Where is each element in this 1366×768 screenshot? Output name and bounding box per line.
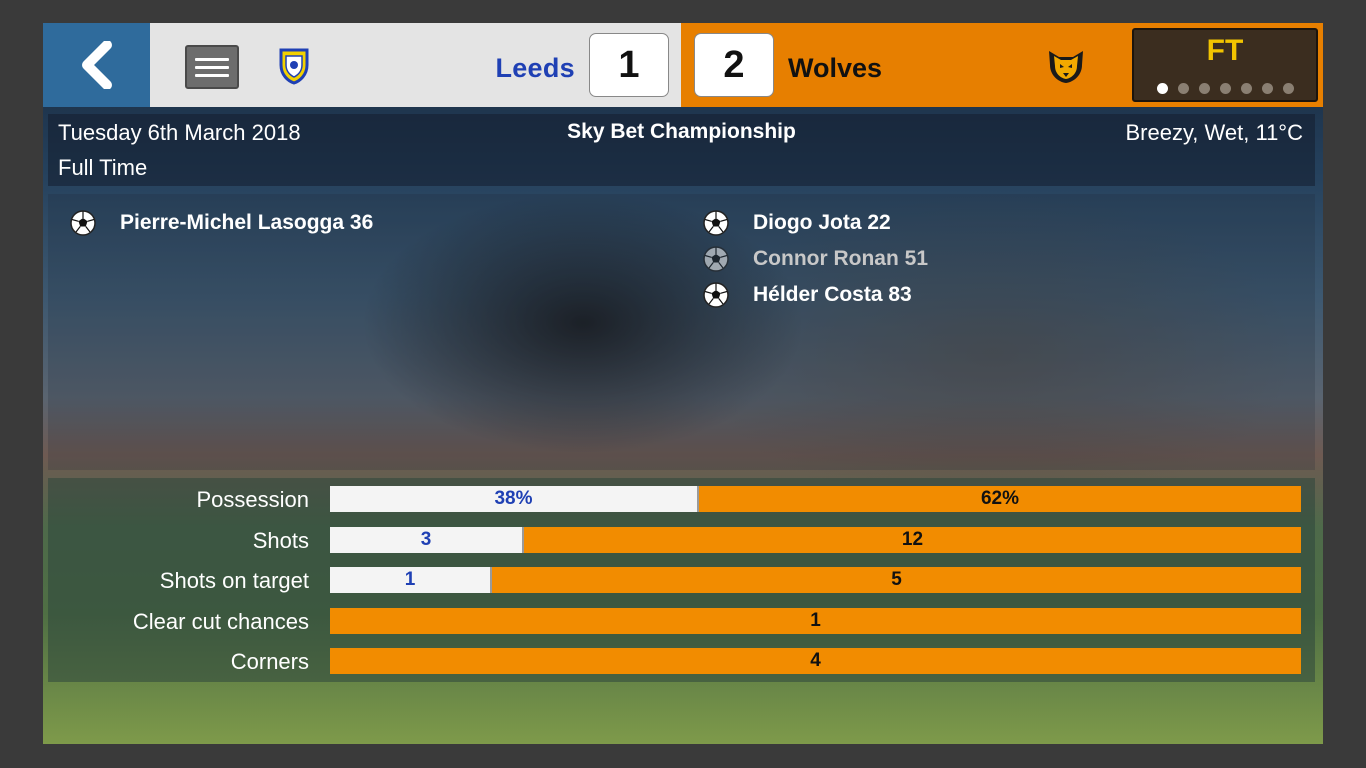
football-icon [703, 210, 729, 236]
leeds-crest-icon [279, 48, 309, 85]
away-score: 2 [694, 33, 774, 97]
away-team-panel: 2 Wolves FT [681, 23, 1323, 107]
stat-bar: 1 5 [330, 567, 1301, 593]
stat-bar: 4 [330, 648, 1301, 674]
stat-bar-away: 5 [492, 567, 1301, 593]
stat-bar-away: 1 [330, 608, 1301, 634]
home-score: 1 [589, 33, 669, 97]
stat-bar: 38% 62% [330, 486, 1301, 512]
hamburger-menu-icon [195, 57, 229, 61]
football-icon [703, 282, 729, 308]
away-goal-item: Diogo Jota 22 [703, 208, 891, 238]
stat-bar-away: 62% [699, 486, 1301, 512]
stat-bar-away: 12 [524, 527, 1301, 553]
stat-row-possession: Possession 38% 62% [48, 486, 1315, 512]
wolves-crest-icon [1049, 51, 1083, 83]
stat-bar-home: 3 [330, 527, 524, 553]
page-dot[interactable] [1156, 83, 1168, 94]
page-dot[interactable] [1240, 83, 1252, 94]
stat-row-clear-cut-chances: Clear cut chances 1 [48, 608, 1315, 634]
home-team-name[interactable]: Leeds [495, 53, 575, 84]
menu-button[interactable] [185, 45, 239, 89]
goal-scorer-name: Diogo Jota 22 [753, 211, 891, 234]
page-dot[interactable] [1282, 83, 1294, 94]
page-indicator[interactable] [1134, 83, 1316, 94]
stat-row-shots: Shots 3 12 [48, 527, 1315, 553]
stat-label: Clear cut chances [132, 609, 309, 634]
stat-bar: 3 12 [330, 527, 1301, 553]
football-icon [70, 210, 96, 236]
page-dot[interactable] [1198, 83, 1210, 94]
match-stats-panel: Possession 38% 62% Shots 3 12 Shots on t… [48, 478, 1315, 682]
match-header: Leeds 1 2 Wolves FT [43, 23, 1323, 107]
stat-label: Shots [252, 528, 309, 553]
football-icon [703, 246, 729, 272]
stat-row-shots-on-target: Shots on target 1 5 [48, 567, 1315, 593]
stat-bar-home: 38% [330, 486, 699, 512]
back-button[interactable] [43, 23, 150, 107]
stat-bar-home: 1 [330, 567, 492, 593]
match-status-text: Full Time [58, 155, 148, 180]
status-badge: FT [1206, 34, 1244, 67]
stat-label: Corners [230, 649, 309, 674]
goal-scorer-name: Pierre-Michel Lasogga 36 [120, 211, 374, 234]
away-team-name[interactable]: Wolves [788, 53, 882, 84]
match-info-bar: Tuesday 6th March 2018 Full Time Sky Bet… [48, 114, 1315, 186]
page-dot[interactable] [1177, 83, 1189, 94]
away-goal-item: Hélder Costa 83 [703, 280, 912, 310]
goal-scorer-name: Connor Ronan 51 [753, 247, 929, 270]
stat-label: Shots on target [159, 568, 309, 593]
stat-bar-away: 4 [330, 648, 1301, 674]
match-screen: Leeds 1 2 Wolves FT Tuesday 6th March 20… [43, 23, 1323, 744]
home-team-panel: Leeds 1 [150, 23, 681, 107]
away-goal-item: Connor Ronan 51 [703, 244, 928, 274]
page-dot[interactable] [1219, 83, 1231, 94]
goal-scorer-name: Hélder Costa 83 [753, 283, 912, 306]
home-goal-item: Pierre-Michel Lasogga 36 [70, 208, 373, 238]
weather-info: Breezy, Wet, 11°C [1125, 120, 1303, 145]
match-status-panel[interactable]: FT [1132, 28, 1318, 102]
goal-scorers-panel: Pierre-Michel Lasogga 36 Diogo Jota 22 C… [48, 194, 1315, 470]
stat-label: Possession [196, 487, 309, 512]
chevron-left-icon [81, 41, 112, 89]
stat-bar: 1 [330, 608, 1301, 634]
page-dot[interactable] [1261, 83, 1273, 94]
stat-row-corners: Corners 4 [48, 648, 1315, 674]
